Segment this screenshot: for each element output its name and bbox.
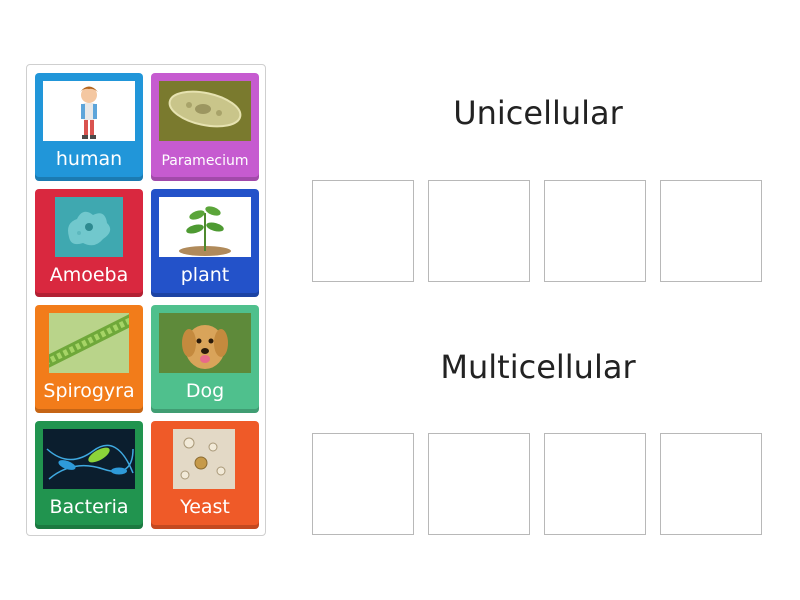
card-label: Yeast <box>180 496 230 518</box>
card-amoeba[interactable]: Amoeba <box>35 189 143 297</box>
seedling-plant-icon <box>159 197 251 257</box>
card-tray: human Paramecium Amoeba plant Spirogyra … <box>26 64 266 536</box>
dog-photo-icon <box>159 313 251 373</box>
drop-slot-unicellular-3[interactable] <box>544 180 646 282</box>
cartoon-boy-icon <box>43 81 135 141</box>
yeast-photo-icon <box>173 429 235 489</box>
bacteria-photo-icon <box>43 429 135 489</box>
paramecium-photo-icon <box>159 81 251 141</box>
card-spirogyra[interactable]: Spirogyra <box>35 305 143 413</box>
card-label: plant <box>180 264 230 286</box>
card-label: Dog <box>185 380 225 402</box>
drop-slot-unicellular-1[interactable] <box>312 180 414 282</box>
card-paramecium[interactable]: Paramecium <box>151 73 259 181</box>
drop-slot-multicellular-3[interactable] <box>544 433 646 535</box>
drop-slot-multicellular-4[interactable] <box>660 433 762 535</box>
drop-slot-unicellular-2[interactable] <box>428 180 530 282</box>
card-human[interactable]: human <box>35 73 143 181</box>
card-label: human <box>55 148 123 170</box>
drop-slot-unicellular-4[interactable] <box>660 180 762 282</box>
drop-slot-multicellular-1[interactable] <box>312 433 414 535</box>
card-bacteria[interactable]: Bacteria <box>35 421 143 529</box>
amoeba-photo-icon <box>55 197 123 257</box>
group-title-unicellular: Unicellular <box>453 94 623 132</box>
spirogyra-photo-icon <box>49 313 129 373</box>
card-label: Paramecium <box>161 153 249 169</box>
group-title-multicellular: Multicellular <box>440 348 636 386</box>
card-label: Spirogyra <box>43 380 135 402</box>
card-dog[interactable]: Dog <box>151 305 259 413</box>
card-label: Amoeba <box>49 264 129 286</box>
card-yeast[interactable]: Yeast <box>151 421 259 529</box>
card-label: Bacteria <box>49 496 129 518</box>
drop-slot-multicellular-2[interactable] <box>428 433 530 535</box>
card-plant[interactable]: plant <box>151 189 259 297</box>
